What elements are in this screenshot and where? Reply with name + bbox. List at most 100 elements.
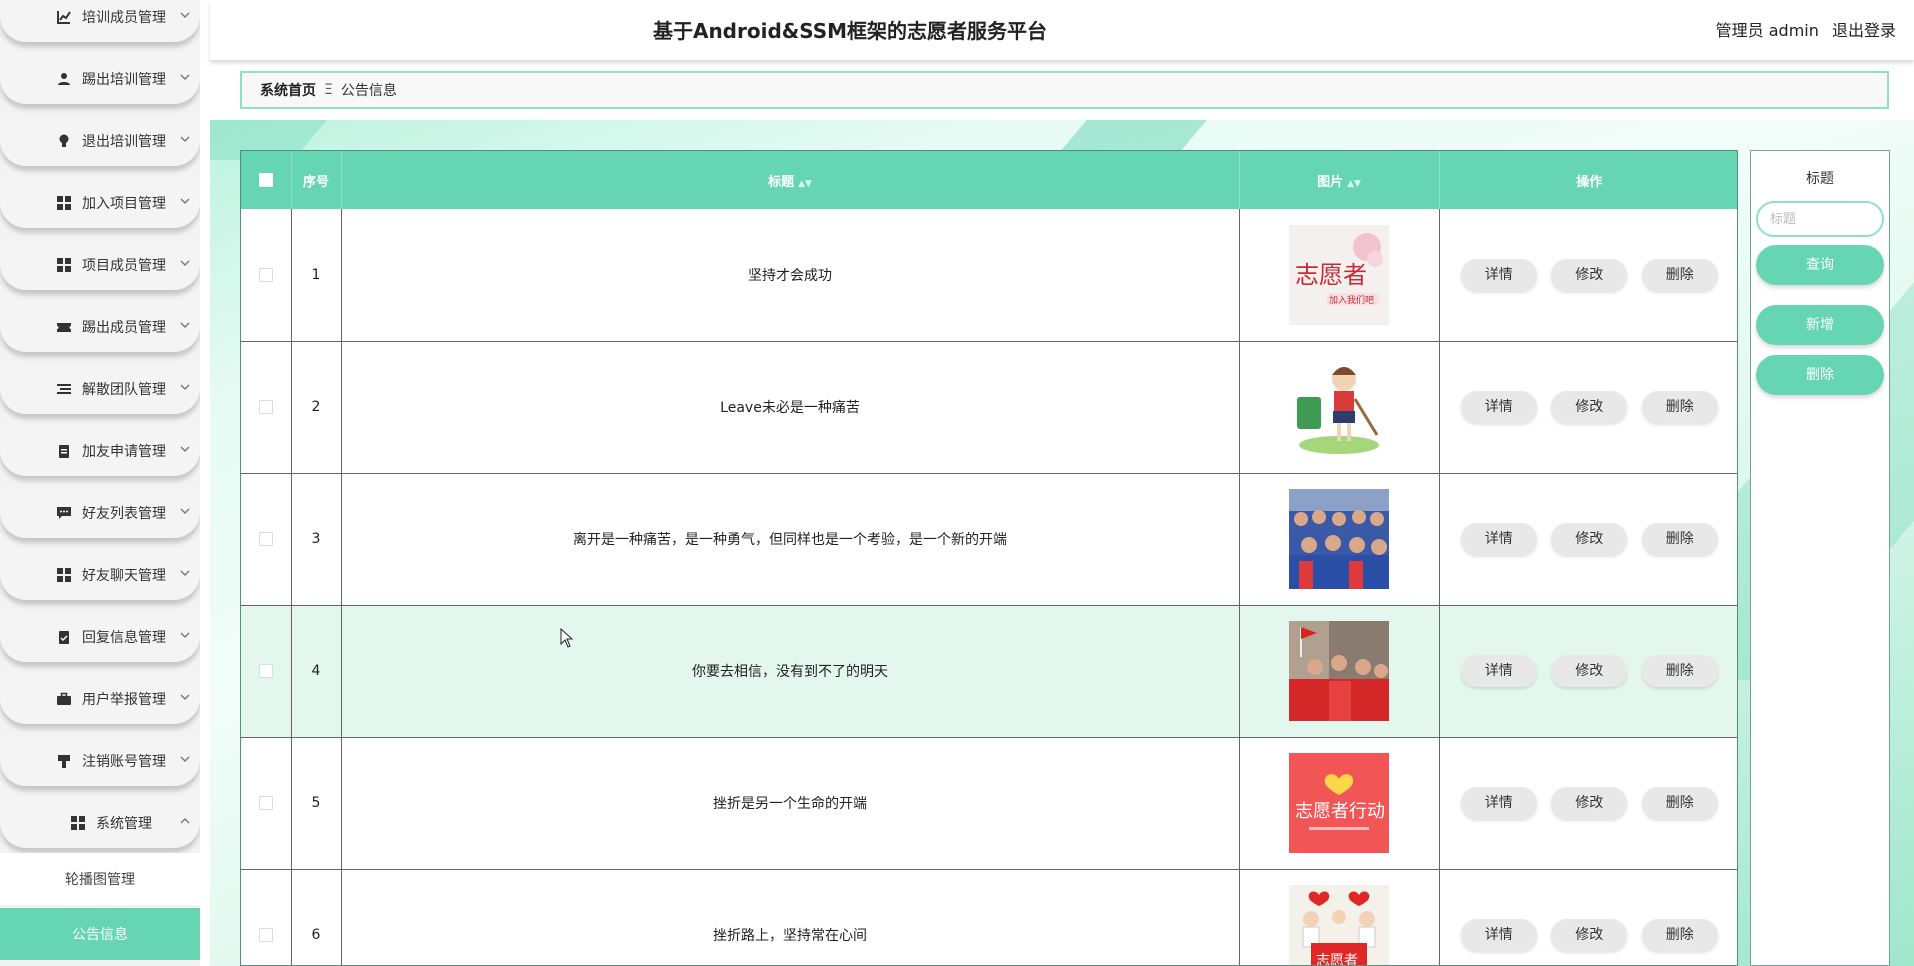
sidebar-subitem-carousel[interactable]: 轮播图管理 [0,853,200,905]
delete-button[interactable]: 删除 [1641,919,1718,951]
row-checkbox[interactable] [258,267,273,282]
sidebar-item-dissolve-team[interactable]: 解散团队管理 [0,364,200,414]
chevron-up-icon [180,818,190,824]
sidebar-item-label: 回复信息管理 [82,630,166,646]
sidebar-item-quit-training[interactable]: 退出培训管理 [0,116,200,166]
query-button[interactable]: 查询 [1756,245,1884,285]
edit-button[interactable]: 修改 [1551,787,1628,819]
header-actions: 操作 [1439,151,1737,209]
admin-label: 管理员 admin [1715,21,1819,40]
delete-button[interactable]: 删除 [1641,787,1718,819]
edit-button[interactable]: 修改 [1551,523,1628,555]
logout-link[interactable]: 退出登录 [1832,21,1896,40]
sidebar-item-label: 系统管理 [96,816,152,832]
sidebar-item-friend-request[interactable]: 加友申请管理 [0,426,200,476]
sidebar-item-user-report[interactable]: 用户举报管理 [0,674,200,724]
edit-button[interactable]: 修改 [1551,655,1628,687]
edit-button[interactable]: 修改 [1551,919,1628,951]
thumbnail-image[interactable]: 志愿者行动 [1289,753,1389,853]
row-index: 6 [291,869,342,965]
grid-icon [70,815,86,831]
user-icon [56,71,72,87]
thumbnail-image[interactable]: 志愿者 加入我们吧 [1289,224,1389,325]
sidebar-subitem-notice[interactable]: 公告信息 [0,908,200,960]
table-row: 4 你要去相信，没有到不了的明天 详情 修改 删除 [241,605,1737,738]
breadcrumb-separator: Ξ [324,82,333,98]
delete-button[interactable]: 删除 [1641,258,1718,291]
table-row: 2 Leave未必是一种痛苦 详情 修改 删除 [241,341,1737,474]
chart-icon [56,9,72,25]
detail-button[interactable]: 详情 [1460,787,1537,819]
row-index: 4 [291,605,342,738]
grid-icon [56,195,72,211]
row-title: 挫折是另一个生命的开端 [341,737,1240,870]
detail-button[interactable]: 详情 [1460,258,1537,291]
row-checkbox[interactable] [258,664,273,678]
batch-delete-button[interactable]: 删除 [1756,355,1884,395]
sidebar-item-reply-info[interactable]: 回复信息管理 [0,612,200,662]
sort-icon[interactable]: ▲▼ [798,179,812,189]
search-panel: 标题 查询 新增 删除 [1750,150,1890,966]
sidebar-item-system[interactable]: 系统管理 [0,798,200,848]
row-checkbox[interactable] [258,928,273,942]
grid-icon [56,257,72,273]
edit-button[interactable]: 修改 [1551,391,1628,423]
notice-table: 序号 标题 ▲▼ 图片 ▲▼ 操作 1 坚持才会成功 志愿者 加入我们吧 详情 … [240,150,1738,966]
chevron-down-icon [180,508,190,514]
select-all-checkbox[interactable] [258,173,273,187]
row-index: 1 [291,209,342,342]
delete-button[interactable]: 删除 [1641,391,1718,423]
sidebar-item-training-members[interactable]: 培训成员管理 [0,0,200,42]
sidebar-item-label: 培训成员管理 [82,10,166,26]
mouse-cursor-icon [560,628,574,648]
chevron-down-icon [180,260,190,266]
svg-text:志愿者行动: 志愿者行动 [1295,801,1385,822]
detail-button[interactable]: 详情 [1460,655,1537,687]
sidebar-item-kick-training[interactable]: 踢出培训管理 [0,54,200,104]
table-row: 6 挫折路上，坚持常在心间 志愿者 详情 修改 删除 [241,869,1737,966]
sidebar-item-kick-members[interactable]: 踢出成员管理 [0,302,200,352]
top-header: 基于Android&SSM框架的志愿者服务平台 管理员 admin 退出登录 [210,0,1914,60]
detail-button[interactable]: 详情 [1460,391,1537,423]
sidebar-item-friend-list[interactable]: 好友列表管理 [0,488,200,538]
breadcrumb-home[interactable]: 系统首页 [260,80,316,100]
table-row: 5 挫折是另一个生命的开端 志愿者行动 详情 修改 删除 [241,737,1737,870]
sidebar-item-join-project[interactable]: 加入项目管理 [0,178,200,228]
row-checkbox[interactable] [258,400,273,414]
detail-button[interactable]: 详情 [1460,919,1537,951]
delete-button[interactable]: 删除 [1641,655,1718,687]
ticket-icon [56,319,72,335]
chevron-down-icon [180,694,190,700]
row-checkbox[interactable] [258,532,273,546]
sidebar-item-friend-chat[interactable]: 好友聊天管理 [0,550,200,600]
sidebar-item-project-members[interactable]: 项目成员管理 [0,240,200,290]
thumbnail-image[interactable] [1289,489,1389,589]
sidebar: 培训成员管理 踢出培训管理 退出培训管理 加入项目管理 项目成员管理 踢出成员管… [0,0,200,966]
row-index: 5 [291,737,342,870]
header-select-all[interactable] [241,151,292,209]
header-title[interactable]: 标题 ▲▼ [341,151,1240,209]
header-user-area: 管理员 admin 退出登录 [1708,0,1896,60]
sidebar-item-label: 解散团队管理 [82,382,166,398]
chevron-down-icon [180,570,190,576]
grid-icon [56,567,72,583]
clipboard-icon [56,443,72,459]
title-search-input[interactable] [1756,201,1884,237]
thumbnail-image[interactable] [1289,357,1389,457]
table-row: 1 坚持才会成功 志愿者 加入我们吧 详情 修改 删除 [241,209,1737,342]
add-button[interactable]: 新增 [1756,305,1884,345]
list-icon [56,381,72,397]
edit-button[interactable]: 修改 [1551,258,1628,291]
header-index: 序号 [291,151,342,209]
thumbnail-image[interactable] [1289,621,1389,721]
detail-button[interactable]: 详情 [1460,523,1537,555]
page-title: 基于Android&SSM框架的志愿者服务平台 [652,19,1048,43]
header-image[interactable]: 图片 ▲▼ [1239,151,1440,209]
sort-icon[interactable]: ▲▼ [1347,179,1361,189]
delete-button[interactable]: 删除 [1641,523,1718,555]
thumbnail-image[interactable]: 志愿者 [1289,885,1389,966]
sidebar-item-cancel-account[interactable]: 注销账号管理 [0,736,200,786]
row-checkbox[interactable] [258,796,273,810]
row-title: 挫折路上，坚持常在心间 [341,869,1240,965]
sidebar-item-label: 用户举报管理 [82,692,166,708]
